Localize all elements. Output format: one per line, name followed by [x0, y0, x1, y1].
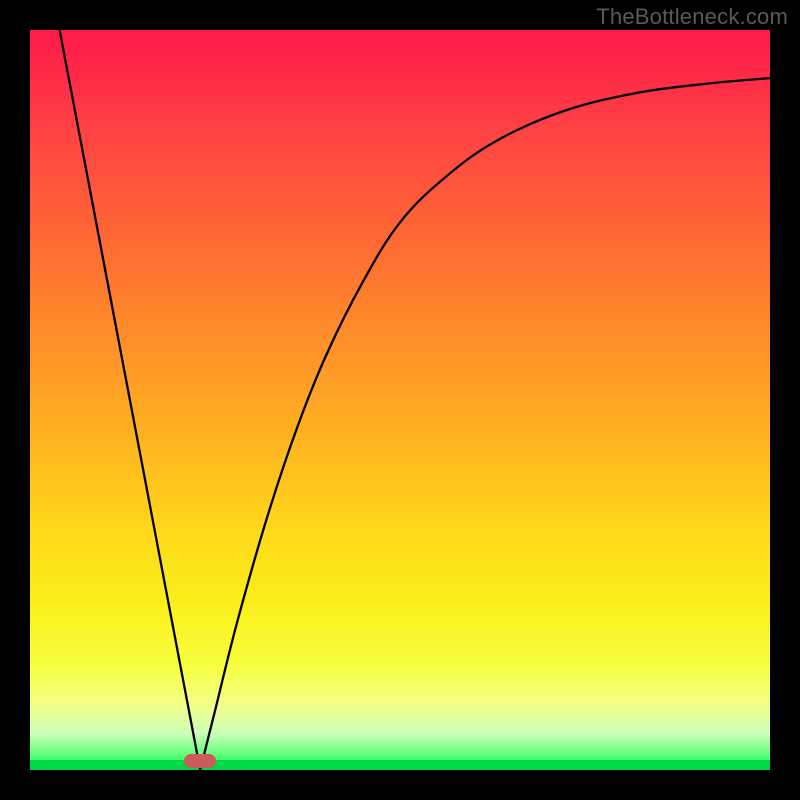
minimum-marker-icon — [184, 754, 216, 768]
curve-layer — [30, 30, 770, 770]
chart-frame: TheBottleneck.com — [0, 0, 800, 800]
plot-area — [30, 30, 770, 770]
watermark-text: TheBottleneck.com — [596, 4, 788, 30]
curve-path — [60, 30, 770, 770]
